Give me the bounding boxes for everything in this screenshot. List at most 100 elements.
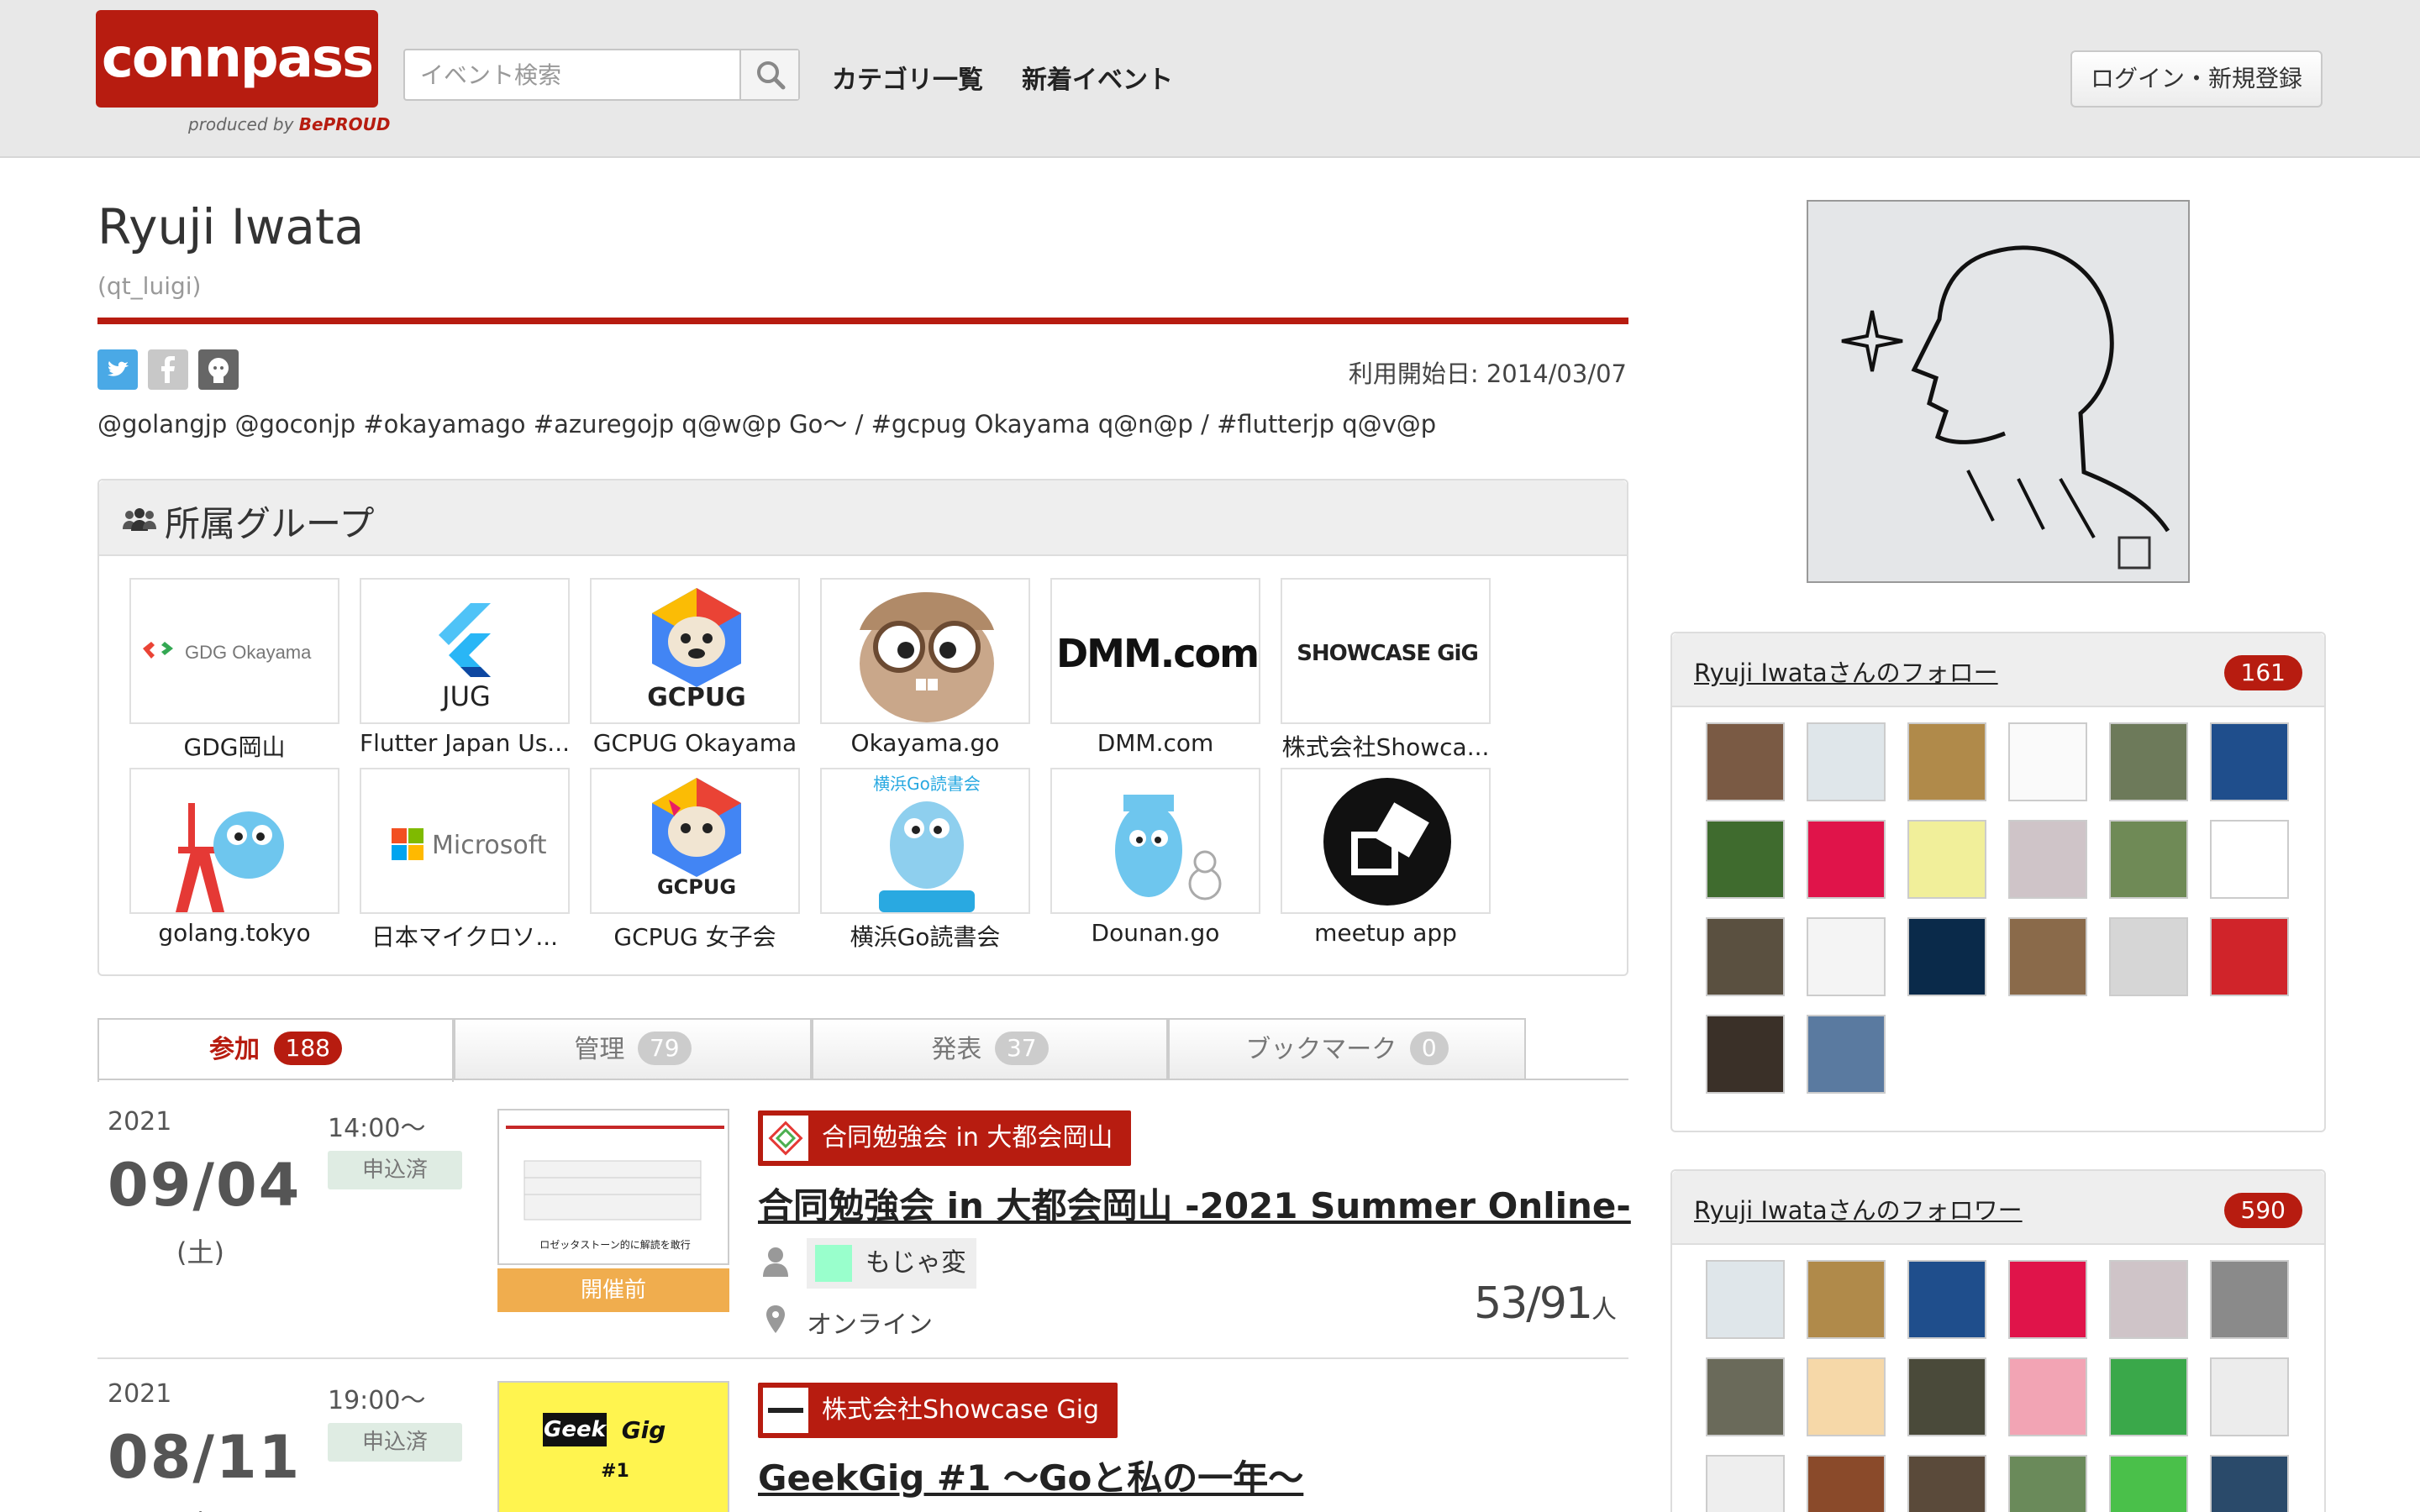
search-input[interactable] bbox=[405, 50, 741, 99]
event-date: 09/04 bbox=[108, 1151, 302, 1220]
logo-wordmark: connpass bbox=[96, 10, 378, 108]
avatar[interactable] bbox=[2210, 722, 2289, 801]
location-pin-icon bbox=[766, 1305, 785, 1333]
event-date: 08/11 bbox=[108, 1423, 302, 1492]
tab-participating[interactable]: 参加 188 bbox=[97, 1018, 454, 1082]
avatar[interactable] bbox=[1907, 1260, 1986, 1339]
group-logo: 横浜Go読書会 bbox=[820, 768, 1030, 914]
group-icon bbox=[763, 1388, 808, 1433]
avatar[interactable] bbox=[2008, 1357, 2087, 1436]
avatar[interactable] bbox=[2109, 1260, 2188, 1339]
avatar[interactable] bbox=[2109, 917, 2188, 996]
avatar[interactable] bbox=[1907, 722, 1986, 801]
group-card[interactable]: GCPUG GCPUG Okayama bbox=[590, 578, 800, 757]
group-card[interactable]: GDG Okayama GDG岡山 bbox=[129, 578, 339, 763]
status-badge: 申込済 bbox=[328, 1423, 462, 1462]
following-title-link[interactable]: Ryuji Iwataさんのフォロー bbox=[1694, 654, 1998, 689]
tab-count-badge: 0 bbox=[1409, 1032, 1449, 1065]
avatar[interactable] bbox=[1907, 917, 1986, 996]
event-thumbnail[interactable]: ロゼッタストーン的に解読を敢行 bbox=[497, 1109, 729, 1265]
avatar[interactable] bbox=[1807, 1455, 1886, 1512]
event-thumbnail[interactable]: Geek Gig #1 bbox=[497, 1381, 729, 1512]
tab-bookmarks[interactable]: ブックマーク 0 bbox=[1168, 1018, 1526, 1080]
group-card[interactable]: Okayama.go bbox=[820, 578, 1030, 757]
logo-tagline: produced by BePROUD bbox=[188, 114, 391, 134]
svg-text:Geek: Geek bbox=[544, 1417, 608, 1442]
avatar[interactable] bbox=[2109, 1455, 2188, 1512]
avatar[interactable] bbox=[2210, 1455, 2289, 1512]
avatar[interactable] bbox=[2008, 722, 2087, 801]
groups-panel: 所属グループ GDG Okayama GDG岡山 JUG Flutter Jap… bbox=[97, 479, 1628, 976]
nav-categories[interactable]: カテゴリ一覧 bbox=[832, 59, 983, 96]
avatar[interactable] bbox=[2109, 820, 2188, 899]
followers-title-link[interactable]: Ryuji Iwataさんのフォロワー bbox=[1694, 1191, 2023, 1226]
event-title-link[interactable]: 合同勉強会 in 大都会岡山 -2021 Summer Online- bbox=[758, 1178, 1631, 1229]
group-card[interactable]: Dounan.go bbox=[1050, 768, 1260, 947]
user-avatar bbox=[1807, 200, 2190, 583]
avatar[interactable] bbox=[2210, 1357, 2289, 1436]
profile-divider bbox=[97, 318, 1628, 324]
tab-count-badge: 79 bbox=[637, 1032, 692, 1065]
avatar[interactable] bbox=[1807, 820, 1886, 899]
group-card[interactable]: DMM.com DMM.com bbox=[1050, 578, 1260, 757]
group-name: DMM.com bbox=[1097, 729, 1214, 757]
event-group-label[interactable]: 株式会社Showcase Gig bbox=[758, 1383, 1118, 1438]
search-button[interactable] bbox=[739, 50, 798, 99]
group-card[interactable]: Microsoft 日本マイクロソ... bbox=[360, 768, 570, 953]
avatar[interactable] bbox=[2008, 1455, 2087, 1512]
tab-baseline bbox=[97, 1079, 1628, 1080]
connpass-logo[interactable]: connpass produced by BePROUD bbox=[96, 10, 391, 146]
login-button[interactable]: ログイン・新規登録 bbox=[2070, 50, 2323, 108]
group-card[interactable]: JUG Flutter Japan Us... bbox=[360, 578, 570, 757]
avatar[interactable] bbox=[1907, 1357, 1986, 1436]
avatar[interactable] bbox=[1807, 1357, 1886, 1436]
avatar[interactable] bbox=[1706, 1455, 1785, 1512]
nav-new-events[interactable]: 新着イベント bbox=[1022, 59, 1173, 96]
group-logo: Microsoft bbox=[360, 768, 570, 914]
avatar[interactable] bbox=[2008, 820, 2087, 899]
group-card[interactable]: meetup app bbox=[1281, 768, 1491, 947]
group-name: golang.tokyo bbox=[158, 919, 311, 947]
avatar[interactable] bbox=[1807, 1260, 1886, 1339]
group-name: 日本マイクロソ... bbox=[371, 923, 559, 951]
avatar[interactable] bbox=[1706, 1357, 1785, 1436]
group-name: Flutter Japan Us... bbox=[360, 729, 570, 757]
avatar[interactable] bbox=[2210, 1260, 2289, 1339]
avatar[interactable] bbox=[1907, 1455, 1986, 1512]
avatar[interactable] bbox=[1706, 1260, 1785, 1339]
tab-managing[interactable]: 管理 79 bbox=[454, 1018, 812, 1080]
avatar[interactable] bbox=[2109, 722, 2188, 801]
avatar[interactable] bbox=[1706, 917, 1785, 996]
avatar[interactable] bbox=[2210, 917, 2289, 996]
owner-icon bbox=[763, 1247, 788, 1277]
github-icon[interactable] bbox=[198, 349, 239, 390]
avatar[interactable] bbox=[2008, 1260, 2087, 1339]
avatar[interactable] bbox=[1807, 722, 1886, 801]
avatar[interactable] bbox=[1706, 820, 1785, 899]
avatar[interactable] bbox=[1907, 820, 1986, 899]
twitter-icon[interactable] bbox=[97, 349, 138, 390]
facebook-icon[interactable] bbox=[148, 349, 188, 390]
avatar[interactable] bbox=[2008, 917, 2087, 996]
tab-presenting[interactable]: 発表 37 bbox=[812, 1018, 1168, 1080]
event-group-label[interactable]: 合同勉強会 in 大都会岡山 bbox=[758, 1110, 1132, 1166]
avatar[interactable] bbox=[1807, 917, 1886, 996]
svg-text:Microsoft: Microsoft bbox=[432, 831, 547, 860]
avatar[interactable] bbox=[1706, 1015, 1785, 1094]
group-card[interactable]: golang.tokyo bbox=[129, 768, 339, 947]
avatar[interactable] bbox=[1807, 1015, 1886, 1094]
avatar[interactable] bbox=[2109, 1357, 2188, 1436]
group-logo: GCPUG bbox=[590, 768, 800, 914]
group-name: Dounan.go bbox=[1091, 919, 1220, 947]
group-card[interactable]: GCPUG GCPUG 女子会 bbox=[590, 768, 800, 953]
group-name: meetup app bbox=[1314, 919, 1457, 947]
group-name: 株式会社Showca... bbox=[1281, 733, 1490, 761]
event-title-link[interactable]: GeekGig #1 〜Goと私の一年〜 bbox=[758, 1450, 1303, 1501]
event-owner[interactable]: もじゃ変 bbox=[807, 1238, 976, 1289]
group-card[interactable]: SHOWCASE GiG 株式会社Showca... bbox=[1281, 578, 1491, 763]
group-card[interactable]: 横浜Go読書会 横浜Go読書会 bbox=[820, 768, 1030, 953]
avatar[interactable] bbox=[2210, 820, 2289, 899]
avatar[interactable] bbox=[1706, 722, 1785, 801]
profile-bio: @golangjp @goconjp #okayamago #azuregojp… bbox=[97, 410, 1437, 438]
groups-title: 所属グループ bbox=[165, 503, 375, 544]
